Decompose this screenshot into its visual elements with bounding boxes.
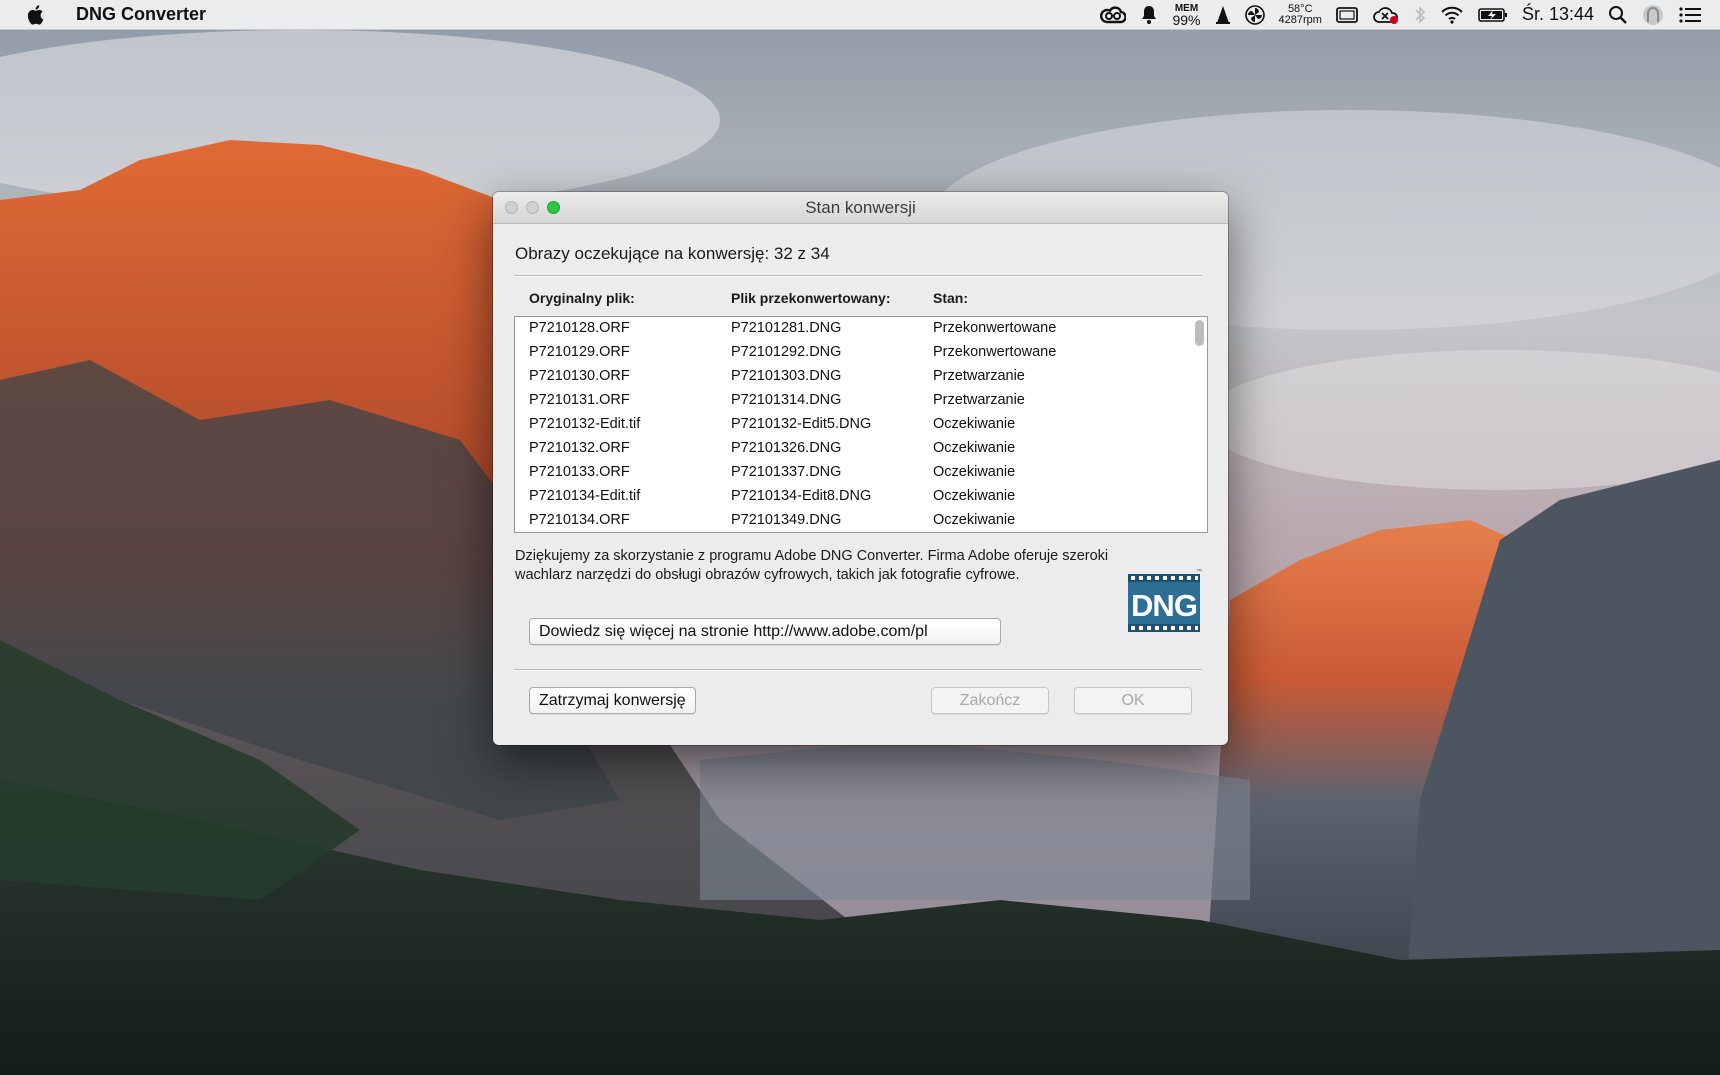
apple-menu-icon[interactable]	[26, 4, 48, 26]
menu-bar: DNG Converter MEM 99% 58°C 4287rpm Śr. 1…	[0, 0, 1720, 30]
status-menu-area: MEM 99% 58°C 4287rpm Śr. 13:44	[1100, 0, 1720, 30]
cloud-sync-icon[interactable]	[1372, 5, 1400, 25]
status-cell: Przekonwertowane	[933, 320, 1057, 336]
converted-file-cell: P72101326.DNG	[731, 440, 842, 456]
svg-text:™: ™	[1196, 568, 1202, 575]
notification-bell-icon[interactable]	[1140, 5, 1158, 25]
status-cell: Oczekiwanie	[933, 512, 1016, 528]
status-cell: Oczekiwanie	[933, 464, 1016, 480]
original-file-cell: P7210132.ORF	[529, 440, 630, 456]
converted-file-cell: P72101314.DNG	[731, 392, 842, 408]
original-file-cell: P7210131.ORF	[529, 392, 630, 408]
learn-more-button[interactable]: Dowiedz się więcej na stronie http://www…	[529, 618, 1001, 645]
thank-you-message: Dziękujemy za skorzystanie z programu Ad…	[515, 548, 1109, 583]
fan-icon[interactable]	[1244, 4, 1265, 25]
dng-logo-text: DNG	[1131, 588, 1197, 623]
status-cell: Przetwarzanie	[933, 392, 1025, 408]
status-cell: Przetwarzanie	[933, 368, 1025, 384]
converted-file-cell: P72101281.DNG	[731, 320, 842, 336]
pending-images-label: Obrazy oczekujące na konwersję: 32 z 34	[515, 244, 830, 263]
column-header-converted: Plik przekonwertowany:	[731, 290, 891, 306]
table-row[interactable]: P7210131.ORF P72101314.DNG Przetwarzanie	[515, 389, 1185, 413]
status-cell: Przekonwertowane	[933, 344, 1057, 360]
window-title: Stan konwersji	[805, 197, 916, 217]
window-titlebar[interactable]: Stan konwersji	[493, 192, 1228, 224]
temperature-value: 58°C	[1287, 2, 1313, 15]
converted-file-cell: P7210132-Edit5.DNG	[731, 416, 872, 432]
notification-center-icon[interactable]	[1678, 6, 1702, 24]
stop-conversion-button[interactable]: Zatrzymaj konwersję	[529, 687, 696, 714]
table-row[interactable]: P7210133.ORF P72101337.DNG Oczekiwanie	[515, 461, 1185, 485]
top-divider	[514, 275, 1202, 277]
converted-file-cell: P72101349.DNG	[731, 512, 842, 528]
converted-file-cell: P72101292.DNG	[731, 344, 842, 360]
converted-file-cell: P72101337.DNG	[731, 464, 842, 480]
close-button[interactable]	[505, 201, 518, 214]
original-file-cell: P7210132-Edit.tif	[529, 416, 641, 432]
column-header-status: Stan:	[933, 290, 968, 306]
user-account-icon[interactable]	[1642, 4, 1664, 26]
ok-button[interactable]: OK	[1074, 687, 1192, 714]
original-file-cell: P7210129.ORF	[529, 344, 630, 360]
conversion-file-list[interactable]: P7210128.ORF P72101281.DNG Przekonwertow…	[514, 316, 1208, 533]
original-file-cell: P7210130.ORF	[529, 368, 630, 384]
menu-clock[interactable]: Śr. 13:44	[1522, 4, 1594, 25]
original-file-cell: P7210134-Edit.tif	[529, 488, 641, 504]
table-row[interactable]: P7210132-Edit.tif P7210132-Edit5.DNG Ocz…	[515, 413, 1185, 437]
status-cell: Oczekiwanie	[933, 488, 1016, 504]
table-row[interactable]: P7210132.ORF P72101326.DNG Oczekiwanie	[515, 437, 1185, 461]
memory-value: 99%	[1172, 11, 1201, 28]
temperature-monitor[interactable]: 58°C 4287rpm	[1278, 2, 1322, 26]
wifi-icon[interactable]	[1440, 6, 1464, 24]
minimize-button[interactable]	[526, 201, 539, 214]
bottom-divider	[514, 669, 1202, 671]
scrollbar-thumb[interactable]	[1195, 320, 1204, 346]
table-row[interactable]: P7210129.ORF P72101292.DNG Przekonwertow…	[515, 341, 1185, 365]
conversion-status-window: Stan konwersji Obrazy oczekujące na konw…	[493, 192, 1228, 745]
table-row[interactable]: P7210130.ORF P72101303.DNG Przetwarzanie	[515, 365, 1185, 389]
table-row[interactable]: P7210128.ORF P72101281.DNG Przekonwertow…	[515, 317, 1185, 341]
status-cell: Oczekiwanie	[933, 440, 1016, 456]
list-scrollbar[interactable]	[1195, 320, 1204, 528]
converted-file-cell: P72101303.DNG	[731, 368, 842, 384]
creative-cloud-icon[interactable]	[1100, 5, 1127, 24]
fan-speed-value: 4287rpm	[1278, 13, 1322, 26]
spotlight-search-icon[interactable]	[1608, 5, 1628, 25]
original-file-cell: P7210134.ORF	[529, 512, 630, 528]
status-cell: Oczekiwanie	[933, 416, 1016, 432]
memory-monitor[interactable]: MEM 99%	[1172, 3, 1200, 27]
table-row[interactable]: P7210134.ORF P72101349.DNG Oczekiwanie	[515, 509, 1185, 532]
cone-app-icon[interactable]	[1215, 5, 1231, 25]
app-name-menu[interactable]: DNG Converter	[76, 4, 206, 25]
dng-logo: DNG ™	[1124, 566, 1202, 634]
converted-file-cell: P7210134-Edit8.DNG	[731, 488, 872, 504]
display-icon[interactable]	[1336, 6, 1358, 23]
column-header-original: Oryginalny plik:	[529, 290, 635, 306]
battery-charging-icon[interactable]	[1478, 7, 1508, 23]
zoom-button[interactable]	[547, 201, 560, 214]
window-controls	[505, 201, 560, 214]
original-file-cell: P7210133.ORF	[529, 464, 630, 480]
table-row[interactable]: P7210134-Edit.tif P7210134-Edit8.DNG Ocz…	[515, 485, 1185, 509]
finish-button[interactable]: Zakończ	[931, 687, 1049, 714]
bluetooth-icon[interactable]	[1414, 5, 1426, 25]
original-file-cell: P7210128.ORF	[529, 320, 630, 336]
